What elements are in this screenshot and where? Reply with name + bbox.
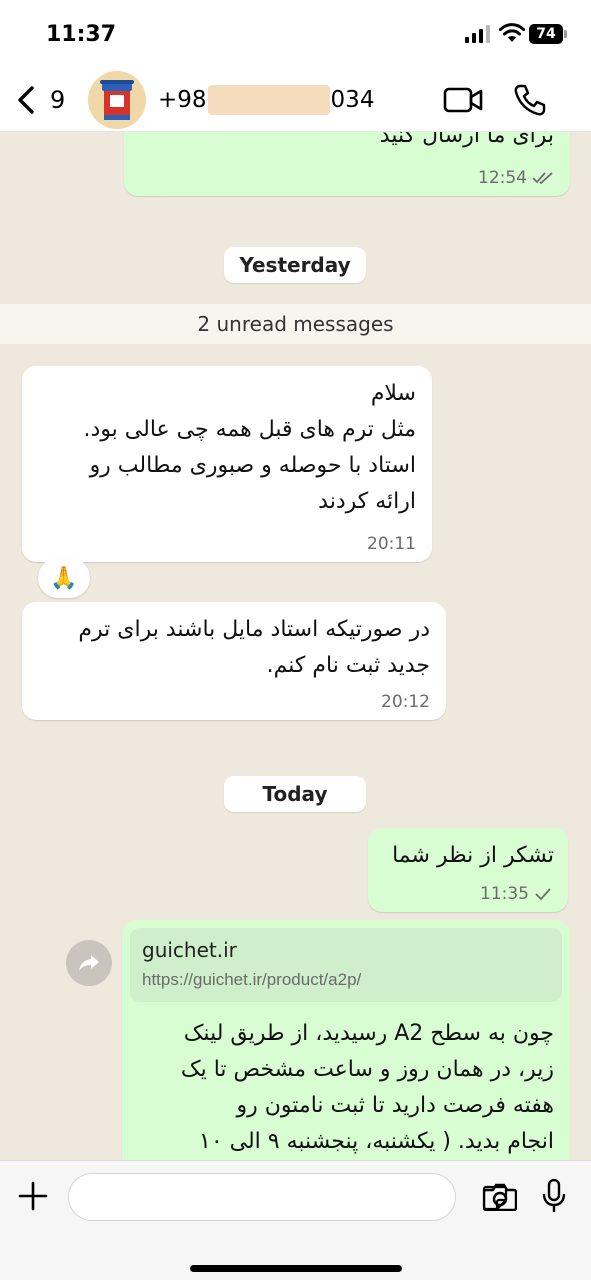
message-time: 20:11 (367, 534, 416, 554)
redacted-phone (207, 85, 330, 115)
double-check-icon (532, 172, 553, 185)
message-meta: 20:12 (381, 692, 430, 712)
kiosk-logo-icon (88, 71, 146, 129)
message-bubble-incoming[interactable]: سلام مثل ترم های قبل همه چی عالی بود. اس… (22, 366, 432, 562)
contact-name[interactable]: +98 034 (158, 84, 378, 116)
date-divider-yesterday: Yesterday (224, 247, 366, 283)
message-time: 20:12 (381, 692, 430, 712)
message-text: سلام مثل ترم های قبل همه چی عالی بود. اس… (83, 381, 416, 514)
message-text: برای ما ارسال کنید (379, 132, 554, 148)
message-text: تشکر از نظر شما (392, 843, 554, 868)
battery-icon: 74 (529, 24, 563, 44)
microphone-icon[interactable] (542, 1179, 566, 1213)
unread-divider: 2 unread messages (0, 304, 591, 344)
link-preview-card[interactable]: guichet.ir https://guichet.ir/product/a2… (130, 928, 562, 1002)
message-time: 11:35 (480, 884, 529, 904)
forward-button[interactable] (66, 940, 112, 986)
message-meta: 20:11 (367, 534, 416, 554)
message-bubble-outgoing[interactable]: guichet.ir https://guichet.ir/product/a2… (122, 920, 570, 1160)
status-bar: 11:37 74 (0, 0, 591, 68)
message-meta: 11:35 (480, 884, 552, 904)
message-bubble-outgoing[interactable]: تشکر از نظر شما 11:35 (368, 828, 568, 912)
message-meta: 12:54 (478, 168, 554, 188)
chat-area[interactable]: برای ما ارسال کنید 12:54 Yesterday 2 unr… (0, 132, 591, 1160)
link-preview-title: guichet.ir (142, 938, 237, 962)
message-time: 12:54 (478, 168, 527, 188)
message-input[interactable] (68, 1173, 508, 1221)
camera-icon[interactable] (483, 1183, 517, 1211)
chat-header: 9 +98 034 (0, 68, 591, 132)
status-time: 11:37 (46, 22, 117, 47)
unread-chats-count: 9 (50, 86, 66, 114)
message-text: در صورتیکه استاد مایل باشند برای ترم جدی… (78, 617, 430, 678)
contact-prefix: +98 (158, 87, 207, 113)
back-button[interactable]: 9 (14, 80, 78, 120)
wifi-icon (499, 23, 525, 42)
signal-icon (465, 25, 490, 43)
single-check-icon (535, 888, 551, 901)
contact-suffix: 034 (330, 87, 375, 113)
battery-nub (564, 30, 567, 38)
forward-icon (79, 955, 99, 971)
message-text: چون به سطح A2 رسیدید، از طریق لینک زیر، … (180, 1021, 554, 1154)
chevron-left-icon (18, 86, 34, 114)
message-input-bar (0, 1160, 591, 1280)
plus-icon[interactable] (18, 1181, 48, 1211)
message-bubble-incoming[interactable]: در صورتیکه استاد مایل باشند برای ترم جدی… (22, 602, 446, 720)
phone-call-icon[interactable] (513, 83, 547, 117)
link-preview-url[interactable]: https://guichet.ir/product/a2p/ (142, 970, 550, 990)
home-indicator (190, 1265, 402, 1272)
message-reaction[interactable]: 🙏 (38, 558, 90, 598)
video-call-icon[interactable] (443, 86, 483, 114)
message-bubble-outgoing[interactable]: برای ما ارسال کنید 12:54 (124, 132, 570, 196)
date-divider-today: Today (224, 776, 366, 812)
avatar[interactable] (88, 71, 146, 129)
